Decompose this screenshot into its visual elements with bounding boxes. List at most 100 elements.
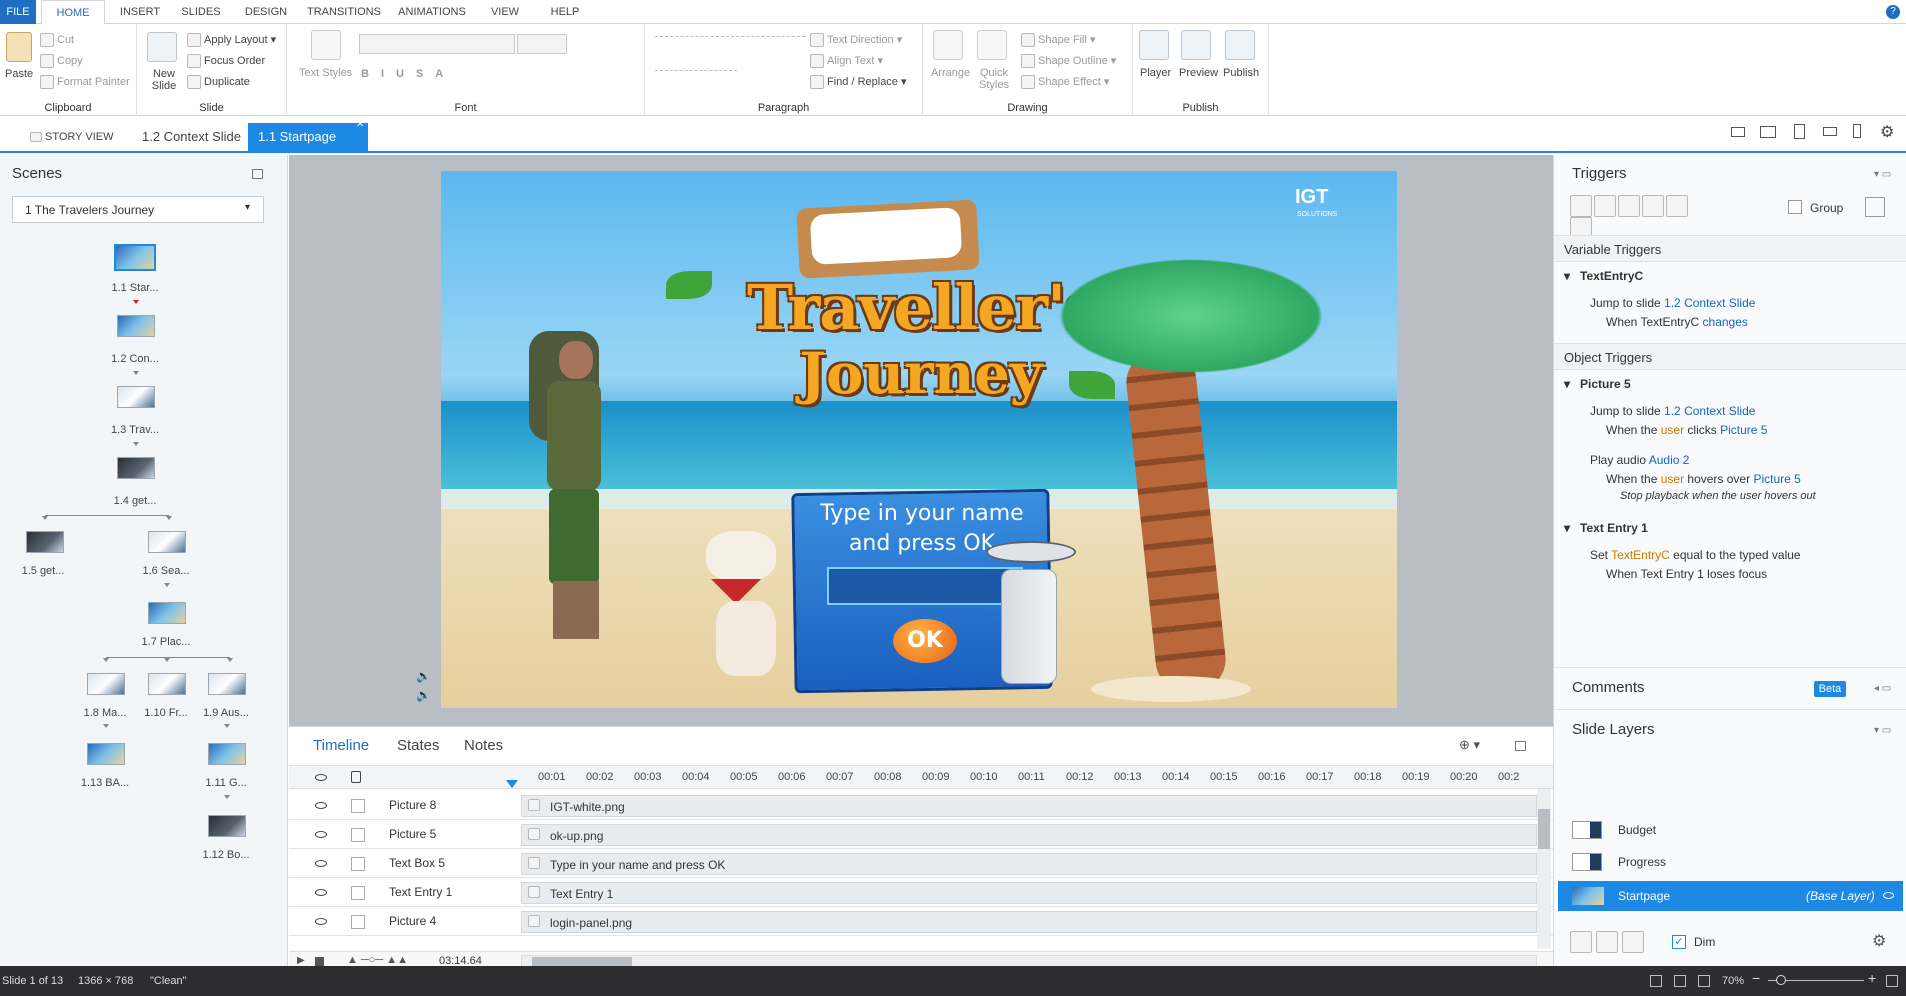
- format-painter-button[interactable]: Format Painter: [57, 76, 130, 88]
- zoom-slider[interactable]: ▲ ─○─ ▲▲: [347, 954, 408, 966]
- collapse-icon[interactable]: ▾ ▭: [1874, 725, 1891, 736]
- trigger-owner[interactable]: ▾ Picture 5: [1564, 377, 1631, 391]
- eye-icon[interactable]: [315, 802, 327, 809]
- zoom-in-icon[interactable]: +: [1868, 970, 1876, 986]
- group-checkbox[interactable]: [1788, 200, 1802, 214]
- tab-timeline[interactable]: Timeline: [313, 737, 369, 754]
- zoom-slider-thumb[interactable]: [1776, 975, 1786, 985]
- lock-icon[interactable]: [351, 771, 361, 783]
- new-layer-icon[interactable]: [1570, 931, 1592, 953]
- copy-trigger-icon[interactable]: [1618, 195, 1640, 217]
- audio-icon[interactable]: 🔈: [416, 688, 431, 702]
- timeline-bar[interactable]: Type in your name and press OK: [521, 853, 1537, 875]
- cut-button[interactable]: Cut: [57, 34, 74, 46]
- slide-thumb[interactable]: [208, 673, 246, 695]
- tab-context-slide[interactable]: 1.2 Context Slide: [132, 123, 251, 151]
- slide-thumb[interactable]: [87, 673, 125, 695]
- timeline-row[interactable]: Text Box 5 Type in your name and press OK: [289, 849, 1553, 878]
- find-replace-button[interactable]: Find / Replace: [827, 76, 898, 88]
- help-icon[interactable]: ?: [1886, 5, 1900, 19]
- font-family-dropdown[interactable]: [359, 34, 515, 54]
- lock-checkbox[interactable]: [351, 886, 365, 900]
- trigger-item[interactable]: Play audio Audio 2: [1590, 453, 1689, 467]
- ok-button[interactable]: OK: [893, 619, 957, 663]
- text-styles-button[interactable]: Text Styles: [299, 67, 352, 79]
- tablet-landscape-icon[interactable]: [1760, 126, 1776, 138]
- apply-layout-button[interactable]: Apply Layout: [204, 34, 268, 46]
- trigger-owner[interactable]: ▾ Text Entry 1: [1564, 521, 1648, 535]
- new-slide-button[interactable]: New Slide: [149, 68, 179, 92]
- variable-triggers-header[interactable]: Variable Triggers: [1554, 235, 1906, 262]
- font-format-buttons[interactable]: BIUSA: [361, 68, 455, 80]
- tab-home[interactable]: HOME: [41, 0, 105, 24]
- maximize-icon[interactable]: [1515, 741, 1526, 751]
- tab-slides[interactable]: SLIDES: [172, 0, 230, 24]
- eye-icon[interactable]: [315, 831, 327, 838]
- slide-thumb[interactable]: [148, 602, 186, 624]
- paste-trigger-icon[interactable]: [1642, 195, 1664, 217]
- slide-thumb[interactable]: [208, 815, 246, 837]
- normal-view-icon[interactable]: [1650, 975, 1662, 987]
- audio-icon[interactable]: 🔈: [416, 669, 431, 683]
- slide-thumb[interactable]: [117, 386, 155, 408]
- zoom-out-icon[interactable]: −: [1752, 970, 1760, 986]
- tab-design[interactable]: DESIGN: [236, 0, 296, 24]
- tab-transitions[interactable]: TRANSITIONS: [302, 0, 386, 24]
- layer-name[interactable]: Progress: [1618, 855, 1666, 869]
- timeline-bar[interactable]: login-panel.png: [521, 911, 1537, 933]
- slide-thumb[interactable]: [87, 743, 125, 765]
- slide-thumb[interactable]: [208, 743, 246, 765]
- shape-effect-button[interactable]: Shape Effect: [1038, 76, 1101, 88]
- tablet-portrait-icon[interactable]: [1794, 124, 1805, 139]
- playhead-icon[interactable]: [506, 780, 518, 788]
- fit-view-icon[interactable]: [1674, 975, 1686, 987]
- trigger-owner[interactable]: ▾ TextEntryC: [1564, 269, 1643, 283]
- tab-story-view[interactable]: STORY VIEW: [20, 123, 123, 151]
- shape-outline-button[interactable]: Shape Outline: [1038, 55, 1108, 67]
- list-buttons[interactable]: [655, 36, 805, 46]
- preview-button[interactable]: Preview: [1179, 67, 1218, 79]
- phone-portrait-icon[interactable]: [1853, 124, 1861, 138]
- arrange-button[interactable]: Arrange: [931, 67, 970, 79]
- vertical-scrollbar[interactable]: [1537, 789, 1551, 949]
- slide-thumb[interactable]: [114, 244, 156, 271]
- collapse-icon[interactable]: ▾ ▭: [1874, 169, 1891, 180]
- eye-icon[interactable]: [315, 774, 327, 781]
- focus-order-button[interactable]: Focus Order: [204, 55, 265, 67]
- tab-notes[interactable]: Notes: [464, 737, 503, 754]
- timeline-bar[interactable]: IGT-white.png: [521, 795, 1537, 817]
- tab-insert[interactable]: INSERT: [110, 0, 170, 24]
- duplicate-button[interactable]: Duplicate: [204, 76, 250, 88]
- close-icon[interactable]: ✕: [356, 119, 364, 130]
- fit-window-icon[interactable]: [1698, 975, 1710, 987]
- phone-landscape-icon[interactable]: [1823, 127, 1837, 136]
- file-menu[interactable]: FILE: [0, 0, 36, 24]
- play-icon[interactable]: ▶: [297, 955, 305, 966]
- timeline-row[interactable]: Picture 8 IGT-white.png: [289, 791, 1553, 820]
- copy-button[interactable]: Copy: [57, 55, 83, 67]
- quick-styles-button[interactable]: Quick Styles: [979, 67, 1009, 91]
- lock-checkbox[interactable]: [351, 857, 365, 871]
- trigger-item[interactable]: Jump to slide 1.2 Context Slide: [1590, 404, 1755, 418]
- scene-dropdown[interactable]: 1 The Travelers Journey ▾: [12, 196, 264, 223]
- timeline-bar[interactable]: Text Entry 1: [521, 882, 1537, 904]
- tab-help[interactable]: HELP: [540, 0, 590, 24]
- stop-icon[interactable]: [315, 957, 324, 966]
- eye-icon[interactable]: [1883, 892, 1894, 899]
- shape-fill-button[interactable]: Shape Fill: [1038, 34, 1087, 46]
- align-buttons[interactable]: [655, 70, 737, 80]
- gear-icon[interactable]: ⚙: [1872, 931, 1886, 951]
- name-text-entry[interactable]: [827, 567, 1023, 605]
- tab-animations[interactable]: ANIMATIONS: [392, 0, 472, 24]
- slide-thumb[interactable]: [117, 315, 155, 337]
- slide-thumb[interactable]: [148, 673, 186, 695]
- timeline-options-icon[interactable]: ⊕ ▾: [1459, 737, 1480, 753]
- layer-name[interactable]: Budget: [1618, 823, 1656, 837]
- scroll-thumb[interactable]: [1538, 809, 1550, 849]
- dim-checkbox[interactable]: ✓: [1672, 935, 1686, 949]
- timeline-bar[interactable]: ok-up.png: [521, 824, 1537, 846]
- lock-checkbox[interactable]: [351, 799, 365, 813]
- player-button[interactable]: Player: [1140, 67, 1171, 79]
- timeline-row[interactable]: Picture 4 login-panel.png: [289, 907, 1553, 936]
- base-layer-row[interactable]: Startpage (Base Layer): [1558, 881, 1903, 911]
